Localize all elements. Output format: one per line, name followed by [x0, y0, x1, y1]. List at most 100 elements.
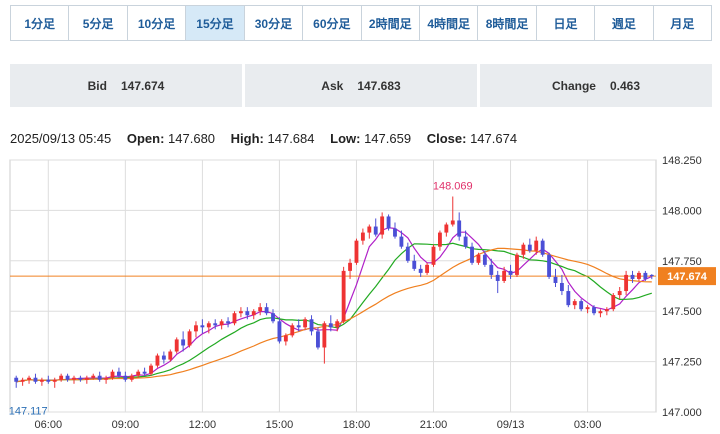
x-tick-label: 12:00: [189, 419, 217, 431]
ohlc-readout: 2025/09/13 05:45 Open: 147.680 High: 147…: [10, 131, 517, 146]
candle-body: [46, 379, 51, 382]
open-value: 147.680: [168, 131, 216, 146]
candle-body: [611, 295, 616, 310]
candle-body: [425, 264, 430, 273]
x-tick-label: 03:00: [574, 419, 602, 431]
high-label: High:: [230, 131, 264, 146]
y-tick-label: 147.500: [662, 306, 702, 318]
timeframe-tab[interactable]: 4時間足: [419, 6, 479, 40]
candle-body: [559, 282, 564, 292]
candle-body: [213, 323, 218, 326]
candle-body: [335, 321, 340, 328]
y-tick-label: 147.000: [662, 407, 702, 419]
y-tick-label: 148.000: [662, 205, 702, 217]
candle-body: [129, 375, 134, 380]
timeframe-tabs: 1分足 5分足 10分足 15分足 30分足 60分足 2時間足 4時間足 8時間足 日足 週足 月足: [10, 5, 712, 41]
candlestick-chart[interactable]: 148.250 148.000 147.750 147.500 147.250 147.0…: [0, 150, 720, 434]
timeframe-tab[interactable]: 8時間足: [478, 6, 537, 40]
candle-body: [277, 321, 282, 342]
timeframe-tab[interactable]: 10分足: [127, 6, 187, 40]
candle-body: [617, 291, 622, 296]
timeframe-tab[interactable]: 2時間足: [361, 6, 420, 40]
close-label: Close:: [426, 131, 467, 146]
low-value: 147.659: [364, 131, 412, 146]
candle-body: [206, 323, 211, 328]
candle-body: [238, 311, 243, 314]
candle-body: [624, 274, 629, 292]
candle-body: [149, 365, 153, 374]
candle-body: [482, 254, 487, 265]
candle-body: [572, 301, 577, 306]
timeframe-tab[interactable]: 5分足: [69, 6, 128, 40]
candle-body: [316, 331, 320, 348]
candle-body: [373, 226, 378, 235]
candle-body: [476, 254, 481, 263]
candle-body: [470, 246, 474, 263]
ohlc-datetime: 2025/09/13 05:45: [10, 131, 112, 146]
candle-body: [271, 313, 275, 322]
candle-body: [360, 232, 365, 241]
open-label: Open:: [126, 131, 165, 146]
candle-body: [39, 379, 44, 382]
candle-body: [367, 226, 372, 233]
candle-body: [200, 325, 205, 328]
change-panel: Change 0.463: [480, 64, 712, 107]
candle-body: [328, 323, 333, 328]
x-tick-label: 21:00: [420, 419, 448, 431]
timeframe-tab[interactable]: 月足: [653, 6, 712, 40]
candle-body: [444, 224, 449, 233]
candle-body: [27, 377, 31, 380]
candle-body: [393, 228, 397, 237]
candle-body: [258, 307, 263, 312]
change-label: Change: [551, 78, 596, 93]
candle-body: [97, 375, 102, 380]
timeframe-tab[interactable]: 日足: [536, 6, 596, 40]
candle-body: [495, 274, 500, 281]
plot-area: [9, 159, 657, 413]
candle-body: [78, 377, 83, 380]
timeframe-tab[interactable]: 60分足: [303, 6, 362, 40]
candle-body: [553, 276, 558, 283]
candle-body: [405, 246, 410, 261]
candle-body: [399, 236, 404, 247]
bid-panel: Bid 147.674: [10, 64, 242, 107]
current-price-tag-label: 147.674: [667, 271, 708, 283]
bid-label: Bid: [87, 78, 107, 93]
candle-body: [303, 319, 308, 328]
quote-bar: Bid 147.674 Ask 147.683 Change 0.463: [10, 64, 712, 107]
candle-body: [450, 220, 455, 225]
candle-body: [264, 307, 269, 314]
candle-body: [540, 240, 545, 255]
candle-body: [322, 323, 327, 348]
candle-body: [508, 270, 513, 275]
candle-body: [354, 240, 359, 263]
candle-body: [457, 220, 462, 237]
x-tick-label: 06:00: [35, 419, 63, 431]
candle-body: [637, 272, 641, 279]
timeframe-tab[interactable]: 週足: [595, 6, 654, 40]
candle-body: [194, 325, 198, 332]
candle-body: [348, 262, 352, 271]
candle-body: [412, 260, 417, 269]
ask-panel: Ask 147.683: [245, 64, 477, 107]
candle-body: [52, 379, 57, 382]
candle-body: [251, 311, 256, 316]
candle-body: [123, 375, 128, 380]
candle-body: [309, 319, 314, 332]
candle-body: [59, 375, 64, 380]
x-tick-label: 15:00: [266, 419, 294, 431]
candle-body: [566, 291, 571, 306]
candle-body: [72, 377, 76, 380]
close-value: 147.674: [470, 131, 518, 146]
candle-body: [630, 274, 635, 279]
candle-body: [547, 254, 551, 277]
x-tick-label: 09/13: [497, 419, 525, 431]
timeframe-tab[interactable]: 15分足: [186, 6, 245, 40]
candle-body: [283, 335, 288, 342]
candle-body: [110, 371, 115, 378]
timeframe-tab[interactable]: 30分足: [244, 6, 304, 40]
high-value: 147.684: [267, 131, 315, 146]
candle-body: [219, 321, 224, 326]
y-tick-label: 148.250: [662, 155, 702, 167]
timeframe-tab[interactable]: 1分足: [11, 6, 70, 40]
